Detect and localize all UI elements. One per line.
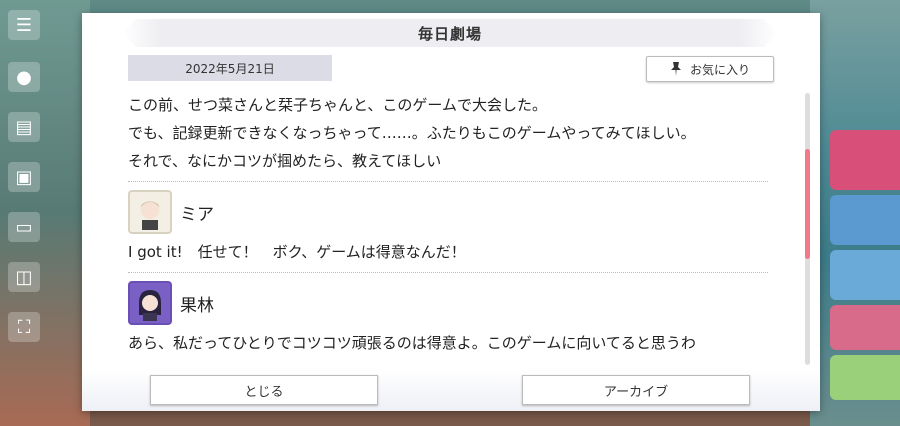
menu-tile[interactable] — [830, 355, 900, 400]
fullscreen-icon[interactable]: ⛶ — [8, 312, 40, 342]
speaker-name: 果林 — [180, 295, 214, 316]
story-line: あら、私だってひとりでコツコツ頑張るのは得意よ。このゲームに向いてると思うわ — [128, 334, 696, 352]
dialog-footer: とじる アーカイブ — [82, 369, 820, 411]
gift-icon[interactable]: ▣ — [8, 162, 40, 192]
story-line: この前、せつ菜さんと栞子ちゃんと、このゲームで大会した。 — [128, 96, 547, 114]
speaker-name: ミア — [180, 204, 214, 225]
speaker-header: 果林 — [128, 281, 768, 325]
story-line: I got it! 任せて！ ボク、ゲームは得意なんだ！ — [128, 243, 466, 261]
divider — [128, 272, 768, 273]
event-banner[interactable] — [830, 130, 900, 190]
dialog-title: 毎日劇場 — [417, 24, 482, 43]
karin-avatar — [128, 281, 172, 325]
settings-icon[interactable]: ◫ — [8, 262, 40, 292]
speaker-header: ミア — [128, 190, 768, 234]
pin-icon — [670, 62, 681, 76]
daily-theater-dialog: 毎日劇場 2022年5月21日 お気に入り この前、せつ菜さんと栞子ちゃんと、こ… — [82, 13, 820, 411]
gallery-icon[interactable]: ▭ — [8, 212, 40, 242]
background-left-sidebar: ☰ ● ▤ ▣ ▭ ◫ ⛶ — [0, 0, 90, 426]
background-right-menu — [810, 0, 900, 426]
favorite-button[interactable]: お気に入り — [646, 56, 774, 82]
dialog-title-bar: 毎日劇場 — [122, 19, 778, 47]
close-button[interactable]: とじる — [150, 375, 378, 405]
menu-icon[interactable]: ☰ — [8, 10, 40, 40]
chat-icon[interactable]: ● — [8, 62, 40, 92]
mia-avatar — [128, 190, 172, 234]
story-line: でも、記録更新できなくなっちゃって……。ふたりもこのゲームやってみてほしい。 — [128, 124, 696, 142]
shop-icon[interactable]: ▤ — [8, 112, 40, 142]
character-portrait-icon — [140, 201, 160, 230]
archive-button[interactable]: アーカイブ — [522, 375, 750, 405]
character-portrait-icon — [139, 290, 161, 321]
scrollbar[interactable] — [805, 93, 810, 365]
menu-tile[interactable] — [830, 250, 900, 300]
menu-tile[interactable] — [830, 195, 900, 245]
menu-tile[interactable] — [830, 305, 900, 350]
date-label: 2022年5月21日 — [128, 55, 332, 81]
divider — [128, 181, 768, 182]
favorite-label: お気に入り — [689, 62, 750, 77]
scrollbar-thumb[interactable] — [805, 149, 810, 259]
story-line: それで、なにかコツが掴めたら、教えてほしい — [128, 152, 442, 170]
story-scroll-area[interactable]: この前、せつ菜さんと栞子ちゃんと、このゲームで大会した。 でも、記録更新できなく… — [128, 91, 768, 379]
